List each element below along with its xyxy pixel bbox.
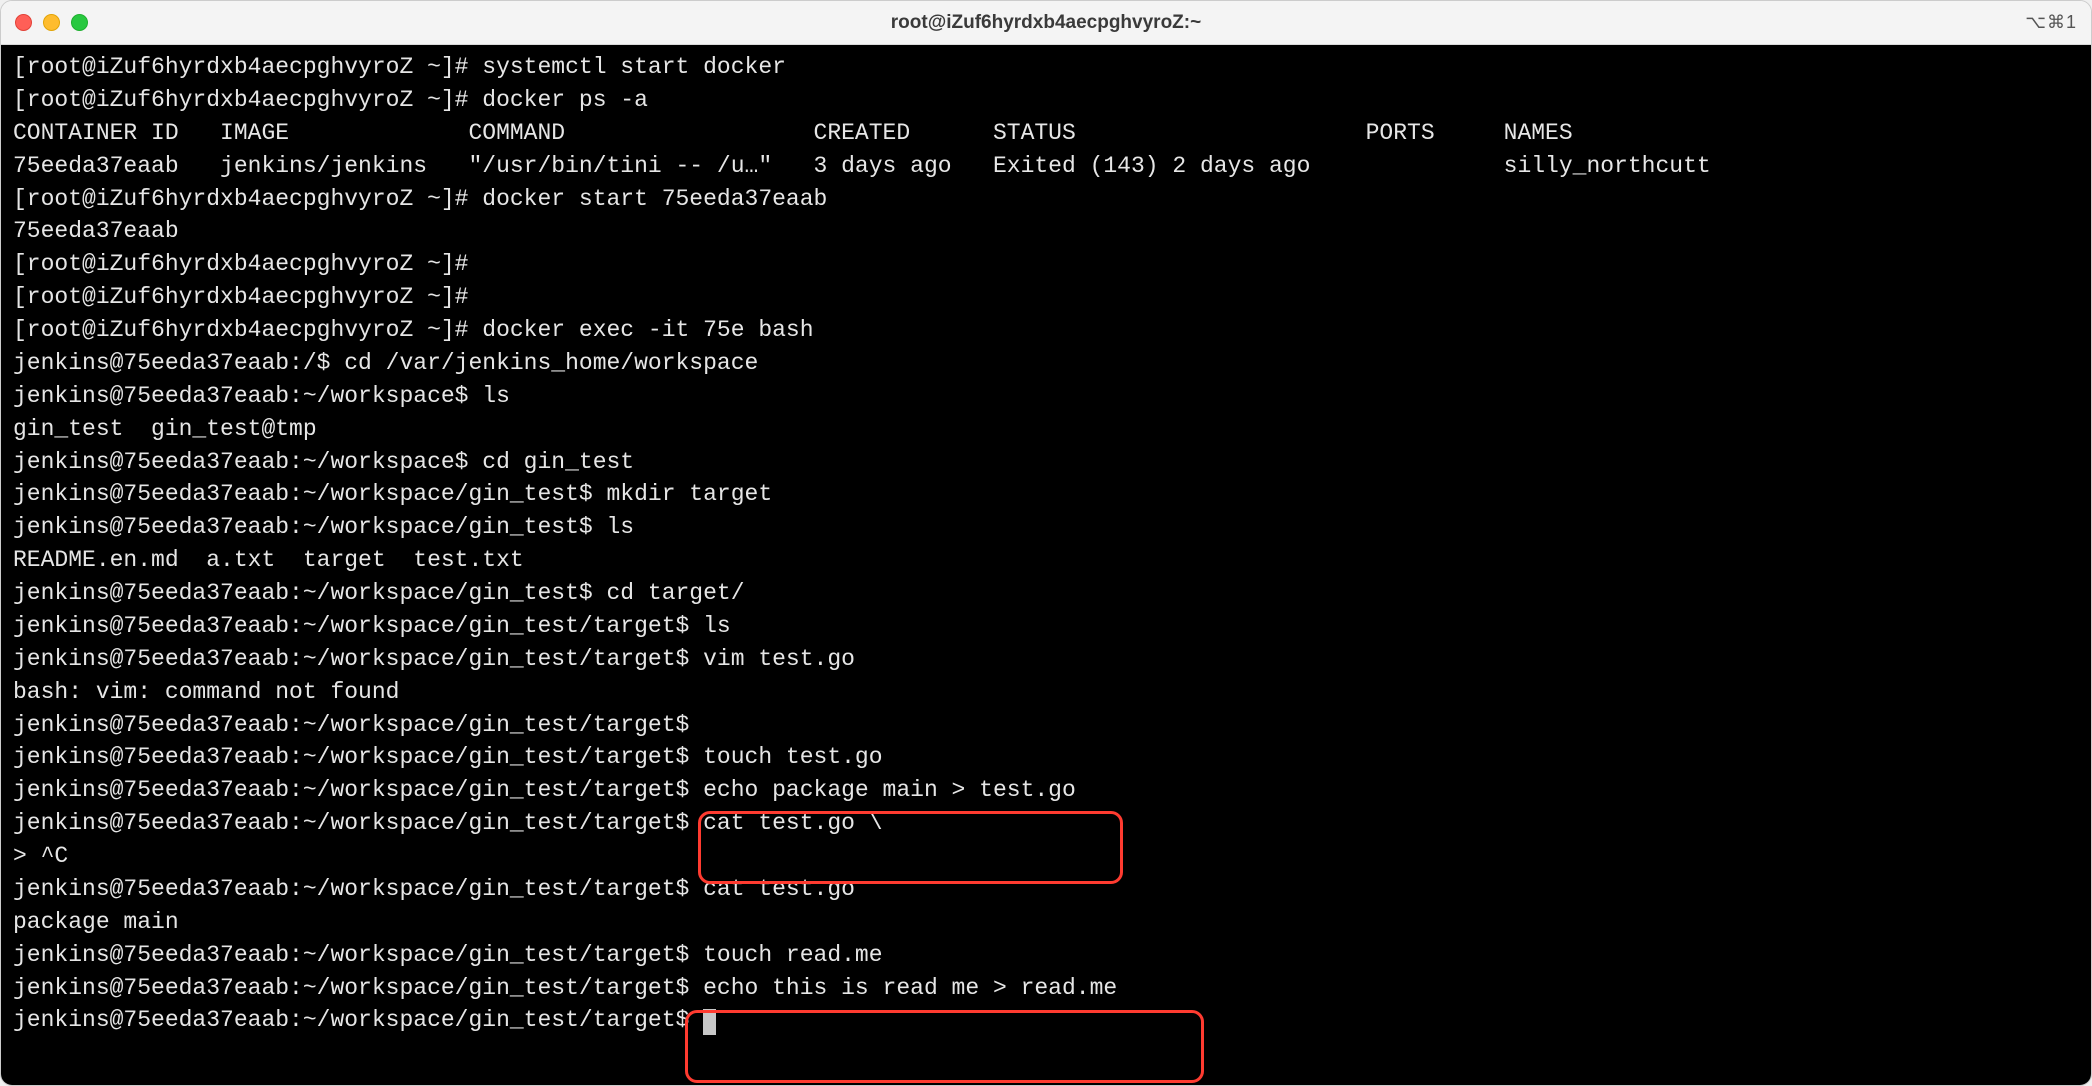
terminal-line: > ^C bbox=[13, 840, 2081, 873]
terminal-line: [root@iZuf6hyrdxb4aecpghvyroZ ~]# docker… bbox=[13, 314, 2081, 347]
terminal-line: [root@iZuf6hyrdxb4aecpghvyroZ ~]# bbox=[13, 281, 2081, 314]
window-title: root@iZuf6hyrdxb4aecpghvyroZ:~ bbox=[1, 12, 2091, 34]
terminal-line: [root@iZuf6hyrdxb4aecpghvyroZ ~]# docker… bbox=[13, 183, 2081, 216]
terminal-line: jenkins@75eeda37eaab:~/workspace$ ls bbox=[13, 380, 2081, 413]
terminal-body[interactable]: [root@iZuf6hyrdxb4aecpghvyroZ ~]# system… bbox=[1, 45, 2091, 1085]
terminal-line: jenkins@75eeda37eaab:~/workspace/gin_tes… bbox=[13, 807, 2081, 840]
close-button[interactable] bbox=[15, 14, 32, 31]
terminal-line: jenkins@75eeda37eaab:~/workspace/gin_tes… bbox=[13, 741, 2081, 774]
terminal-line: [root@iZuf6hyrdxb4aecpghvyroZ ~]# docker… bbox=[13, 84, 2081, 117]
terminal-line: jenkins@75eeda37eaab:~/workspace/gin_tes… bbox=[13, 939, 2081, 972]
terminal-line: jenkins@75eeda37eaab:~/workspace/gin_tes… bbox=[13, 972, 2081, 1005]
terminal-line: gin_test gin_test@tmp bbox=[13, 413, 2081, 446]
titlebar: root@iZuf6hyrdxb4aecpghvyroZ:~ ⌥⌘1 bbox=[1, 1, 2091, 45]
terminal-line: jenkins@75eeda37eaab:~/workspace/gin_tes… bbox=[13, 577, 2081, 610]
terminal-line: jenkins@75eeda37eaab:~/workspace/gin_tes… bbox=[13, 774, 2081, 807]
terminal-line: bash: vim: command not found bbox=[13, 676, 2081, 709]
terminal-line: jenkins@75eeda37eaab:/$ cd /var/jenkins_… bbox=[13, 347, 2081, 380]
terminal-line: jenkins@75eeda37eaab:~/workspace/gin_tes… bbox=[13, 511, 2081, 544]
terminal-line: jenkins@75eeda37eaab:~/workspace/gin_tes… bbox=[13, 709, 2081, 742]
cursor bbox=[703, 1009, 716, 1035]
terminal-line: README.en.md a.txt target test.txt bbox=[13, 544, 2081, 577]
terminal-line: CONTAINER ID IMAGE COMMAND CREATED STATU… bbox=[13, 117, 2081, 150]
terminal-line: [root@iZuf6hyrdxb4aecpghvyroZ ~]# bbox=[13, 248, 2081, 281]
maximize-button[interactable] bbox=[71, 14, 88, 31]
terminal-line: jenkins@75eeda37eaab:~/workspace/gin_tes… bbox=[13, 610, 2081, 643]
terminal-line: 75eeda37eaab bbox=[13, 215, 2081, 248]
terminal-line: 75eeda37eaab jenkins/jenkins "/usr/bin/t… bbox=[13, 150, 2081, 183]
shortcut-indicator: ⌥⌘1 bbox=[2025, 12, 2077, 33]
terminal-window: root@iZuf6hyrdxb4aecpghvyroZ:~ ⌥⌘1 [root… bbox=[0, 0, 2092, 1086]
terminal-line: jenkins@75eeda37eaab:~/workspace/gin_tes… bbox=[13, 1004, 2081, 1037]
terminal-line: jenkins@75eeda37eaab:~/workspace$ cd gin… bbox=[13, 446, 2081, 479]
terminal-line: jenkins@75eeda37eaab:~/workspace/gin_tes… bbox=[13, 478, 2081, 511]
terminal-line: jenkins@75eeda37eaab:~/workspace/gin_tes… bbox=[13, 873, 2081, 906]
terminal-line: jenkins@75eeda37eaab:~/workspace/gin_tes… bbox=[13, 643, 2081, 676]
minimize-button[interactable] bbox=[43, 14, 60, 31]
terminal-line: [root@iZuf6hyrdxb4aecpghvyroZ ~]# system… bbox=[13, 51, 2081, 84]
terminal-line: package main bbox=[13, 906, 2081, 939]
traffic-lights bbox=[15, 14, 88, 31]
